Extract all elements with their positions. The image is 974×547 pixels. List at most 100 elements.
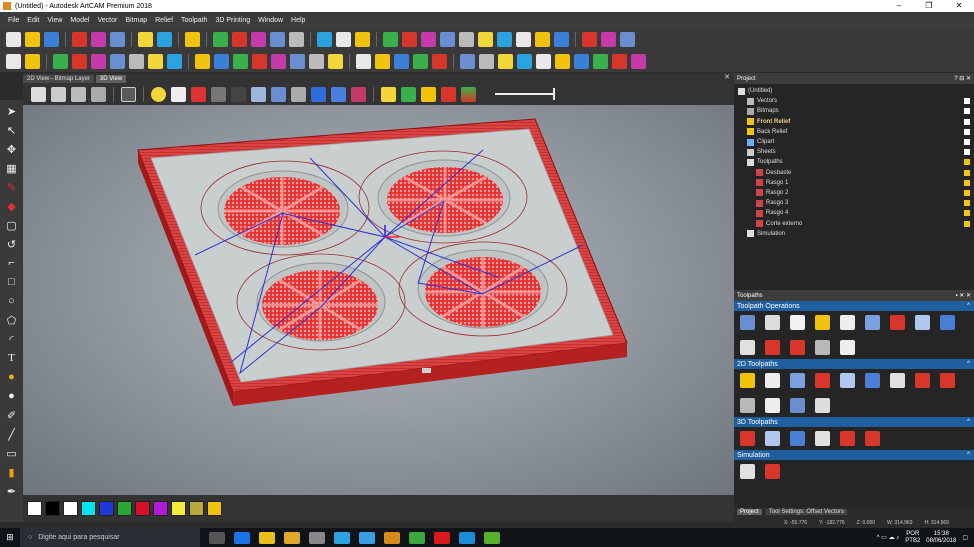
wave-icon[interactable] — [620, 31, 635, 47]
star-icon[interactable] — [459, 31, 474, 47]
bottle-icon[interactable] — [413, 53, 428, 69]
relief-8-icon[interactable] — [290, 53, 305, 69]
folder-icon[interactable] — [383, 31, 398, 47]
select-arrow-icon[interactable]: ➤ — [5, 104, 19, 118]
fill-drop-icon[interactable]: ● — [5, 370, 19, 384]
color-swatch[interactable] — [63, 501, 78, 516]
redo-icon[interactable] — [157, 31, 172, 47]
undo-icon[interactable] — [138, 31, 153, 47]
green-gear-icon[interactable] — [401, 86, 416, 102]
ghost-3-icon[interactable] — [612, 53, 627, 69]
search-icon[interactable] — [6, 53, 21, 69]
2d-13-icon[interactable] — [815, 398, 830, 413]
plus-green-icon[interactable] — [460, 53, 475, 69]
transparency-slider[interactable] — [495, 88, 555, 100]
pencil-icon[interactable]: ✐ — [5, 408, 19, 422]
arrow-icon[interactable] — [402, 31, 417, 47]
3d-3-icon[interactable] — [790, 431, 805, 446]
target-icon[interactable] — [631, 53, 646, 69]
view-front-icon[interactable] — [51, 86, 66, 102]
menu-toolpath[interactable]: Toolpath — [181, 17, 207, 24]
relief-2-icon[interactable] — [110, 53, 125, 69]
tab-project[interactable]: Project — [737, 509, 762, 515]
2d-4-icon[interactable] — [815, 373, 830, 388]
clock[interactable]: 15:38 08/06/2018 — [926, 531, 956, 545]
pen-red-icon[interactable]: ✎ — [5, 180, 19, 194]
color-swatch[interactable] — [99, 501, 114, 516]
restore-button[interactable]: ❐ — [914, 0, 944, 12]
flower-icon[interactable] — [25, 53, 40, 69]
section-header[interactable]: Simulation — [734, 450, 974, 460]
windows-start-icon[interactable]: ⊞ — [0, 528, 20, 547]
sim-2-icon[interactable] — [765, 464, 780, 479]
box-yellow-icon[interactable] — [129, 53, 144, 69]
paint-brush-icon[interactable]: ▮ — [5, 465, 19, 479]
color-swatch[interactable] — [45, 501, 60, 516]
op-11-icon[interactable] — [765, 340, 780, 355]
menu-bitmap[interactable]: Bitmap — [125, 17, 147, 24]
plane-icon[interactable] — [171, 86, 186, 102]
2d-3-icon[interactable] — [790, 373, 805, 388]
doc-icon[interactable] — [185, 31, 200, 47]
red-box-icon[interactable] — [441, 86, 456, 102]
box-ring-icon[interactable] — [167, 53, 182, 69]
acrobat-icon[interactable] — [434, 531, 450, 544]
magenta-relief-icon[interactable] — [351, 86, 366, 102]
op-9-icon[interactable] — [940, 315, 955, 330]
language-indicator[interactable]: POR PTB2 — [905, 531, 920, 545]
relief-view-icon[interactable] — [251, 86, 266, 102]
tree-item[interactable]: Sheets — [738, 147, 974, 157]
tree-item[interactable]: Rasgo 4 — [738, 208, 974, 218]
3d-1-icon[interactable] — [740, 431, 755, 446]
tree-item[interactable]: Front Relief — [738, 117, 974, 127]
menu-model[interactable]: Model — [70, 17, 89, 24]
menu-vector[interactable]: Vector — [97, 17, 117, 24]
view-side-icon[interactable] — [71, 86, 86, 102]
section-header[interactable]: Toolpath Operations — [734, 301, 974, 311]
view-iso-icon[interactable] — [31, 86, 46, 102]
color-swatch[interactable] — [153, 501, 168, 516]
transform-icon[interactable]: ✥ — [5, 142, 19, 156]
eraser-red-icon[interactable] — [72, 53, 87, 69]
tree-item[interactable]: Rasgo 1 — [738, 178, 974, 188]
sweep-icon[interactable] — [517, 53, 532, 69]
2d-10-icon[interactable] — [740, 398, 755, 413]
spiral-icon[interactable] — [498, 53, 513, 69]
color-swatch[interactable] — [117, 501, 132, 516]
color-swatch[interactable] — [207, 501, 222, 516]
diamond-icon[interactable] — [336, 31, 351, 47]
tree-item[interactable]: Desbaste — [738, 168, 974, 178]
yellow-diamond-icon[interactable] — [554, 31, 569, 47]
menu-help[interactable]: Help — [291, 17, 305, 24]
polygon-icon[interactable]: ⬠ — [5, 313, 19, 327]
cut-icon[interactable] — [72, 31, 87, 47]
stack-icon[interactable] — [497, 31, 512, 47]
polyline-icon[interactable]: ⌐ — [5, 256, 19, 270]
close-view-icon[interactable]: ✕ — [724, 73, 730, 81]
c-app-icon[interactable] — [459, 531, 475, 544]
2d-11-icon[interactable] — [765, 398, 780, 413]
explorer-icon[interactable] — [284, 531, 300, 544]
op-5-icon[interactable] — [840, 315, 855, 330]
op-12-icon[interactable] — [790, 340, 805, 355]
op-8-icon[interactable] — [915, 315, 930, 330]
chart-icon[interactable] — [270, 31, 285, 47]
new-icon[interactable] — [6, 31, 21, 47]
task-view-icon[interactable] — [209, 531, 225, 544]
op-14-icon[interactable] — [840, 340, 855, 355]
snap-icon[interactable] — [291, 86, 306, 102]
lasso-icon[interactable]: ↺ — [5, 237, 19, 251]
relief-10-icon[interactable] — [328, 53, 343, 69]
light-bulb-icon[interactable] — [151, 86, 166, 102]
tree-action-icon[interactable] — [964, 98, 970, 105]
2d-9-icon[interactable] — [940, 373, 955, 388]
tree-item[interactable]: Rasgo 3 — [738, 198, 974, 208]
2d-5-icon[interactable] — [840, 373, 855, 388]
arch-icon[interactable] — [536, 53, 551, 69]
menu-3d-printing[interactable]: 3D Printing — [216, 17, 251, 24]
zoom-icon[interactable] — [121, 86, 136, 102]
op-3-icon[interactable] — [790, 315, 805, 330]
brush-icon[interactable]: ╱ — [5, 427, 19, 441]
color-map-icon[interactable] — [461, 86, 476, 102]
tree-action-icon[interactable] — [964, 220, 970, 227]
